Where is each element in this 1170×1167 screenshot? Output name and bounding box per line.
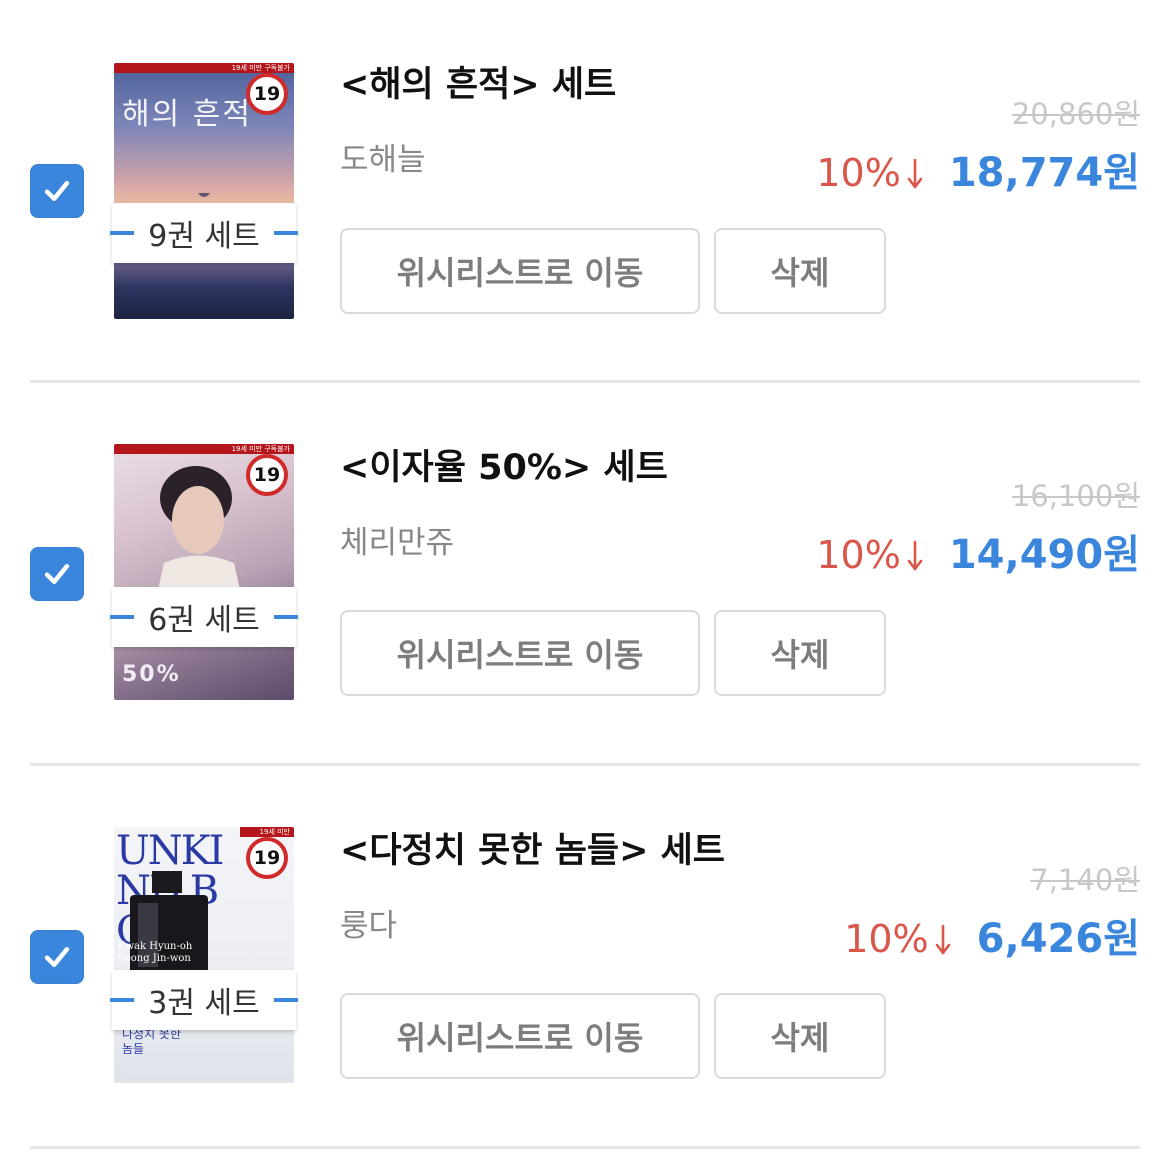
price-row: 10% 14,490원 bbox=[816, 522, 1140, 580]
book-cover[interactable]: 19세 미만 구독불가 19 50% bbox=[114, 444, 294, 700]
cover-subtitle: 다정치 못한 놈들 bbox=[122, 1027, 182, 1056]
age-badge: 19 bbox=[246, 837, 288, 879]
book-cover[interactable]: 19세 미만 19 UNKIND BOYS Kwak Hyun-oh Seong… bbox=[114, 827, 294, 1083]
item-title[interactable]: <해의 흔적> 세트 bbox=[340, 56, 616, 107]
cart-item: 19세 미만 구독불가 19 해의 흔적 9권 세트 <해의 흔적> 세트 도해… bbox=[0, 0, 1170, 383]
price-row: 10% 18,774원 bbox=[816, 140, 1140, 198]
check-icon bbox=[44, 180, 70, 202]
move-to-wishlist-button[interactable]: 위시리스트로 이동 bbox=[340, 228, 700, 314]
delete-button[interactable]: 삭제 bbox=[714, 610, 886, 696]
age-strip: 19세 미만 구독불가 bbox=[114, 444, 294, 454]
down-arrow-icon bbox=[907, 540, 923, 571]
cover-figure bbox=[154, 466, 244, 608]
item-checkbox[interactable] bbox=[30, 930, 84, 984]
item-checkbox[interactable] bbox=[30, 547, 84, 601]
sale-price: 18,774원 bbox=[948, 150, 1140, 196]
original-price: 16,100원 bbox=[1011, 479, 1140, 513]
item-author: 도해늘 bbox=[340, 142, 426, 178]
down-arrow-icon bbox=[907, 158, 923, 189]
discount-rate: 10% bbox=[816, 151, 901, 195]
item-checkbox[interactable] bbox=[30, 164, 84, 218]
set-count-label: 3권 세트 bbox=[110, 970, 298, 1030]
age-badge: 19 bbox=[246, 73, 288, 115]
move-to-wishlist-button[interactable]: 위시리스트로 이동 bbox=[340, 993, 700, 1079]
original-price: 20,860원 bbox=[1011, 97, 1140, 131]
book-cover[interactable]: 19세 미만 구독불가 19 해의 흔적 bbox=[114, 63, 294, 319]
sale-price: 14,490원 bbox=[948, 532, 1140, 578]
delete-button[interactable]: 삭제 bbox=[714, 228, 886, 314]
cart-item: 19세 미만 19 UNKIND BOYS Kwak Hyun-oh Seong… bbox=[0, 766, 1170, 1149]
sale-price: 6,426원 bbox=[976, 916, 1140, 962]
check-icon bbox=[44, 563, 70, 585]
cover-title: 50% bbox=[122, 662, 181, 687]
delete-button[interactable]: 삭제 bbox=[714, 993, 886, 1079]
item-author: 체리만쥬 bbox=[340, 525, 455, 561]
price-row: 10% 6,426원 bbox=[844, 906, 1140, 964]
age-strip: 19세 미만 bbox=[240, 827, 294, 837]
down-arrow-icon bbox=[935, 924, 950, 955]
move-to-wishlist-button[interactable]: 위시리스트로 이동 bbox=[340, 610, 700, 696]
item-title[interactable]: <다정치 못한 놈들> 세트 bbox=[340, 822, 725, 873]
cover-title: 해의 흔적 bbox=[122, 97, 252, 132]
cart-item: 19세 미만 구독불가 19 50% 6권 세트 <이자율 50%> 세트 체리… bbox=[0, 383, 1170, 766]
discount-rate: 10% bbox=[816, 533, 901, 577]
set-count-label: 6권 세트 bbox=[110, 587, 298, 647]
check-icon bbox=[44, 946, 70, 968]
set-count-label: 9권 세트 bbox=[110, 203, 298, 263]
discount-rate: 10% bbox=[844, 917, 929, 961]
cover-names: Kwak Hyun-oh Seong Jin-won bbox=[118, 941, 193, 964]
original-price: 7,140원 bbox=[1030, 863, 1140, 897]
age-strip: 19세 미만 구독불가 bbox=[114, 63, 294, 73]
item-divider bbox=[30, 1146, 1140, 1149]
item-title[interactable]: <이자율 50%> 세트 bbox=[340, 439, 668, 490]
item-author: 룽다 bbox=[340, 908, 398, 944]
